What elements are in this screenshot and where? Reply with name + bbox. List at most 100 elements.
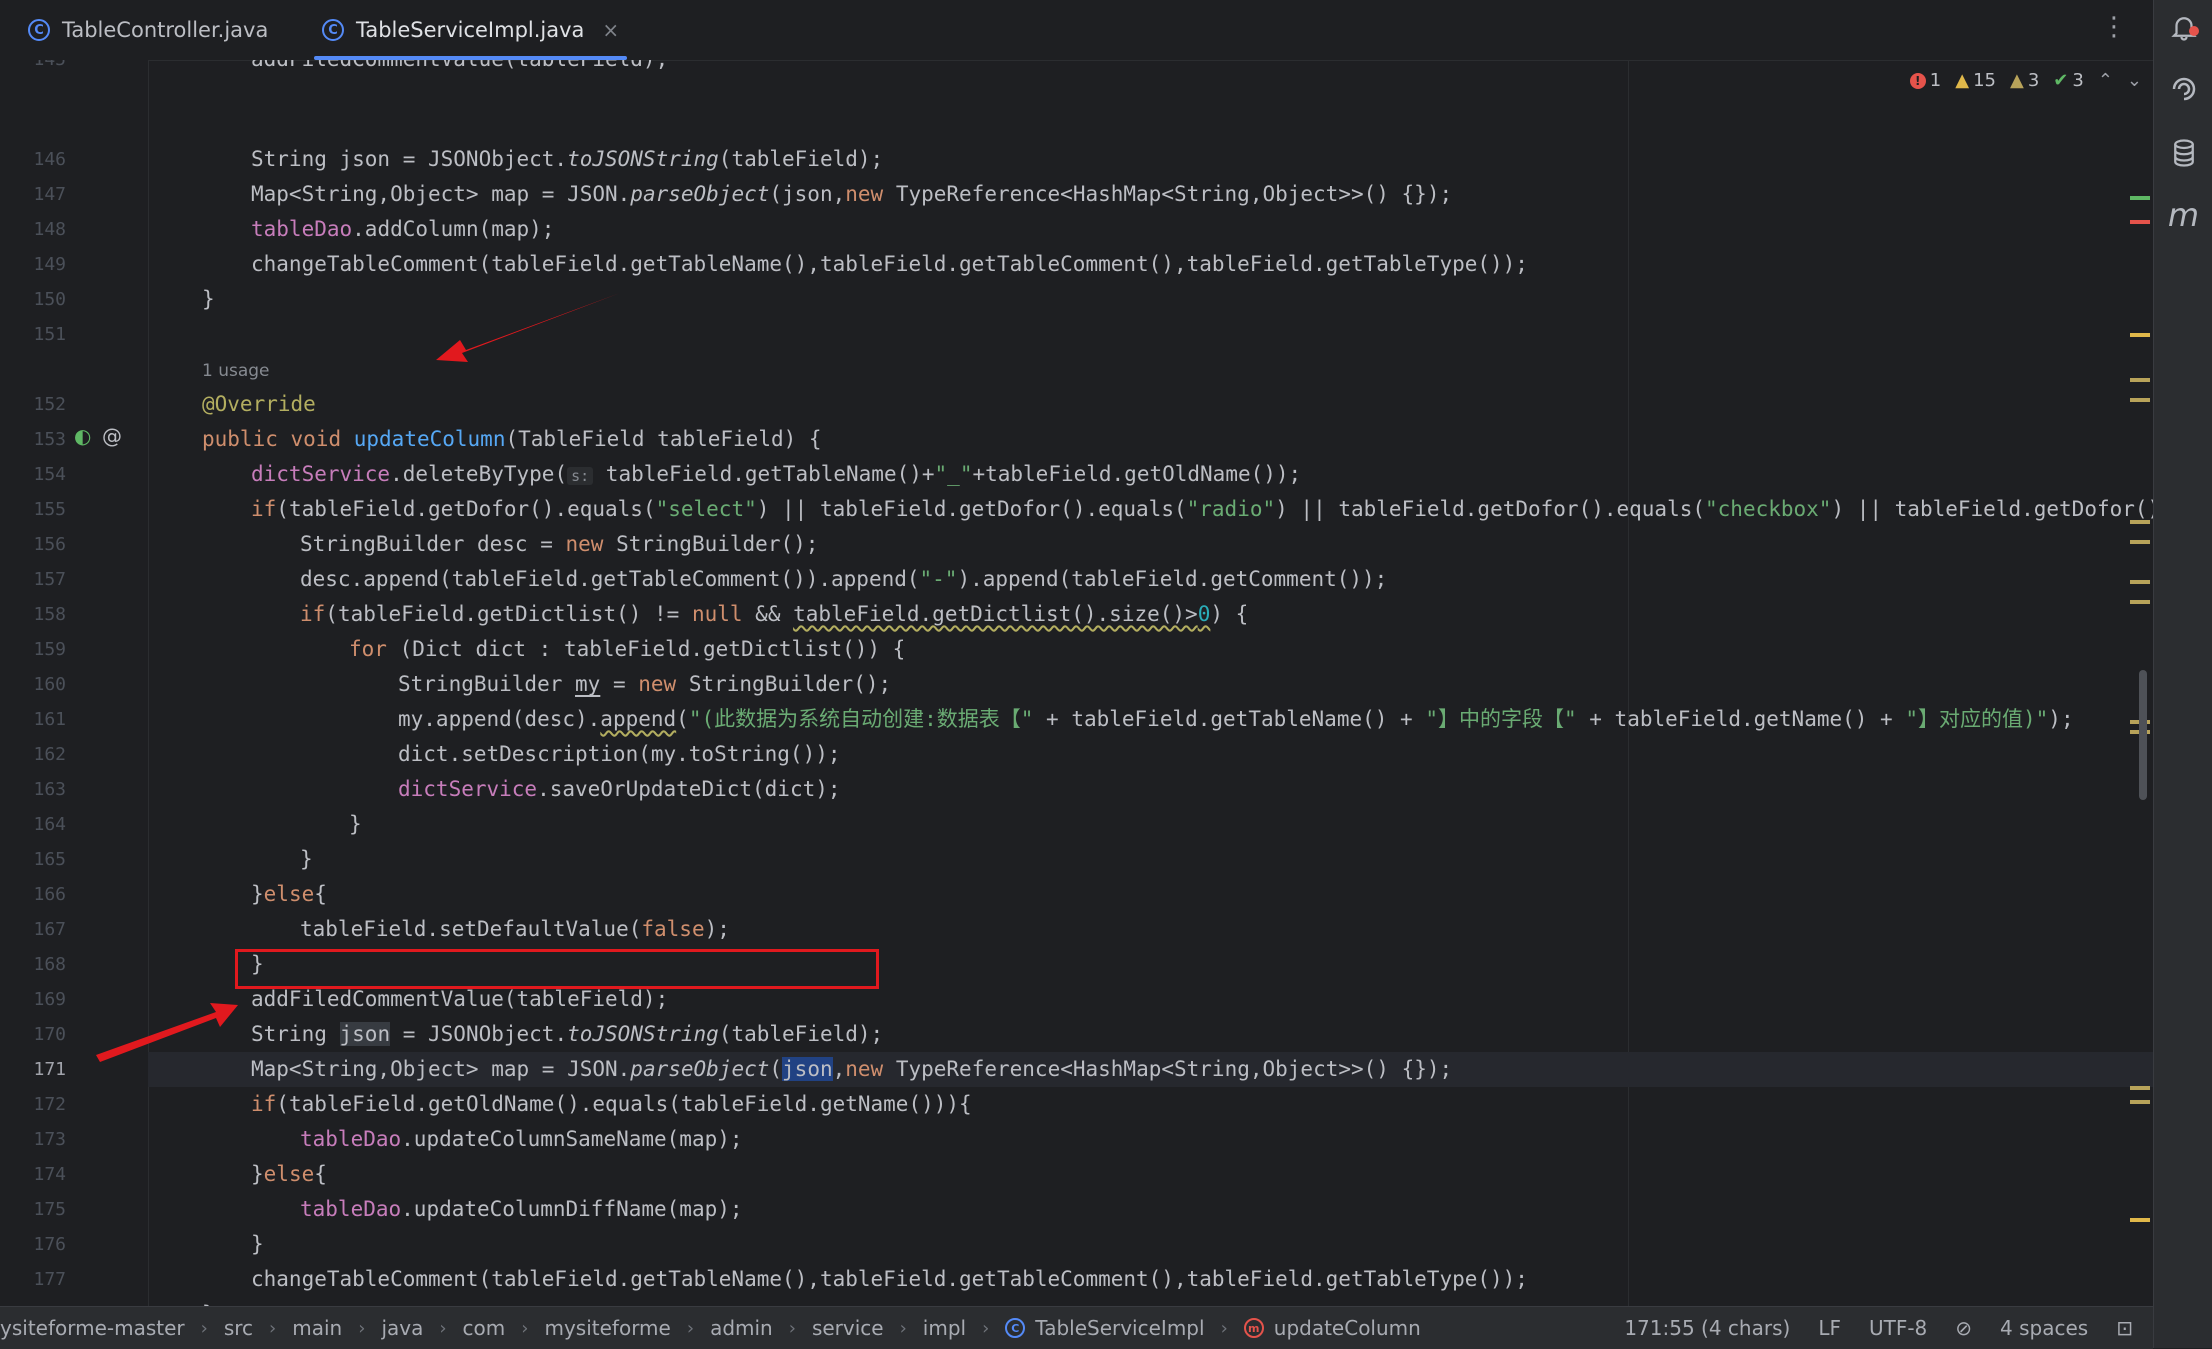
tab-label: TableServiceImpl.java [356, 18, 585, 42]
implements-method-icon[interactable]: ◐ [74, 424, 91, 448]
ai-disabled-icon[interactable]: ⊘ [1955, 1316, 1972, 1340]
warning-icon: ▲ [1955, 70, 1970, 91]
line-number: 174 [33, 1164, 66, 1185]
breadcrumb-item[interactable]: java [381, 1316, 423, 1340]
code-line: tableDao.updateColumnSameName(map); [300, 1127, 743, 1151]
warning-marker[interactable] [2130, 520, 2150, 524]
warning-marker[interactable] [2130, 378, 2150, 382]
line-number: 151 [33, 324, 66, 345]
warning-marker[interactable] [2130, 600, 2150, 604]
inspection-widget[interactable]: ! 1 ▲ 15 ▲ 3 ✔ 3 ⌃ ⌄ [1909, 70, 2142, 91]
maven-button[interactable]: m [2154, 196, 2212, 234]
warning-marker[interactable] [2130, 1100, 2150, 1104]
tab-table-controller[interactable]: C TableController.java [28, 0, 268, 60]
line-number: 158 [33, 604, 66, 625]
warnings-indicator[interactable]: ▲ 15 [1955, 70, 1996, 91]
ai-assistant-button[interactable] [2154, 74, 2212, 108]
warning-marker[interactable] [2130, 1218, 2150, 1222]
tab-table-service-impl[interactable]: C TableServiceImpl.java × [313, 0, 628, 60]
code-line: addFiledCommentValue(tableField); [148, 60, 2153, 77]
line-number: 175 [33, 1199, 66, 1220]
lock-icon[interactable]: ⊡ [2116, 1316, 2133, 1340]
code-line: tableDao.addColumn(map); [251, 217, 555, 241]
warning-marker[interactable] [2130, 1086, 2150, 1090]
code-line: } [300, 847, 313, 871]
chevron-right-icon: › [1220, 1317, 1228, 1339]
line-number: 162 [33, 744, 66, 765]
usage-hint[interactable]: 1 usage [148, 352, 2153, 387]
chevron-right-icon: › [899, 1317, 907, 1339]
typos-indicator[interactable]: ✔ 3 [2053, 70, 2084, 91]
breadcrumb-item[interactable]: main [292, 1316, 342, 1340]
line-number: 145 [0, 60, 66, 77]
breadcrumb: ysiteforme-master › src › main › java › com ›… [0, 1307, 1421, 1349]
line-number: 177 [33, 1269, 66, 1290]
highlight-box-annotation [235, 949, 879, 989]
chevron-up-icon[interactable]: ⌃ [2098, 70, 2113, 91]
code-line: @Override [202, 392, 316, 416]
breadcrumb-item[interactable]: src [224, 1316, 253, 1340]
indent-setting[interactable]: 4 spaces [2000, 1316, 2088, 1340]
code-line: tableField.setDefaultValue(false); [300, 917, 730, 941]
code-line: } [349, 812, 362, 836]
notifications-button[interactable] [2154, 12, 2212, 46]
code-line: public void updateColumn(TableField tabl… [202, 427, 822, 451]
line-number: 153 [33, 429, 66, 450]
code-line-current: Map<String,Object> map = JSON.parseObjec… [148, 1052, 2153, 1087]
breadcrumb-item[interactable]: com [463, 1316, 506, 1340]
code-line: for (Dict dict : tableField.getDictlist(… [349, 637, 906, 661]
warning-marker[interactable] [2130, 540, 2150, 544]
chevron-right-icon: › [269, 1317, 277, 1339]
breadcrumb-item[interactable]: admin [710, 1316, 773, 1340]
line-number: 149 [33, 254, 66, 275]
line-number: 173 [33, 1129, 66, 1150]
line-number: 152 [33, 394, 66, 415]
warning-marker[interactable] [2130, 398, 2150, 402]
line-number-current: 171 [33, 1059, 66, 1080]
line-number: 155 [33, 499, 66, 520]
warning-marker[interactable] [2130, 333, 2150, 337]
line-number: 163 [33, 779, 66, 800]
weak-warnings-indicator[interactable]: ▲ 3 [2010, 70, 2039, 91]
java-class-icon: C [28, 19, 50, 41]
line-number: 160 [33, 674, 66, 695]
line-number: 150 [33, 289, 66, 310]
weak-warning-icon: ▲ [2009, 70, 2024, 91]
breadcrumb-item[interactable]: service [812, 1316, 884, 1340]
error-marker[interactable] [2130, 220, 2150, 224]
errors-indicator[interactable]: ! 1 [1909, 70, 1941, 91]
chevron-right-icon: › [200, 1317, 208, 1339]
breadcrumb-item-method[interactable]: updateColumn [1274, 1316, 1421, 1340]
line-number: 166 [33, 884, 66, 905]
code-line: if(tableField.getDictlist() != null && t… [300, 602, 1249, 626]
chevron-right-icon: › [358, 1317, 366, 1339]
vertical-scrollbar-thumb[interactable] [2139, 670, 2147, 800]
code-line: desc.append(tableField.getTableComment()… [300, 567, 1388, 591]
line-number: 170 [33, 1024, 66, 1045]
close-icon[interactable]: × [602, 18, 619, 42]
code-line: } [148, 1297, 2153, 1306]
code-line: } [202, 287, 215, 311]
code-line: StringBuilder desc = new StringBuilder()… [300, 532, 819, 556]
more-options-icon[interactable]: ⋮ [2101, 14, 2127, 40]
line-ending[interactable]: LF [1818, 1316, 1841, 1340]
caret-position[interactable]: 171:55 (4 chars) [1624, 1316, 1790, 1340]
breadcrumb-item-class[interactable]: TableServiceImpl [1035, 1316, 1204, 1340]
breadcrumb-item[interactable]: ysiteforme-master [0, 1316, 185, 1340]
annotation-gutter-icon[interactable]: @ [102, 424, 122, 448]
line-number: 169 [33, 989, 66, 1010]
code-line: if(tableField.getOldName().equals(tableF… [251, 1092, 972, 1116]
warning-marker[interactable] [2130, 580, 2150, 584]
database-button[interactable] [2154, 138, 2212, 172]
breadcrumb-item[interactable]: mysiteforme [544, 1316, 670, 1340]
line-number: 148 [33, 219, 66, 240]
breadcrumb-item[interactable]: impl [923, 1316, 966, 1340]
ai-assistant-icon [2172, 77, 2195, 101]
line-number: 154 [33, 464, 66, 485]
change-marker[interactable] [2130, 196, 2150, 200]
editor-tab-bar: C TableController.java C TableServiceImp… [0, 0, 2153, 61]
chevron-right-icon: › [521, 1317, 529, 1339]
file-encoding[interactable]: UTF-8 [1869, 1316, 1927, 1340]
code-editor[interactable]: addFiledCommentValue(tableField); String… [148, 60, 2153, 1306]
code-line: dictService.deleteByType(s: tableField.g… [251, 462, 1302, 486]
